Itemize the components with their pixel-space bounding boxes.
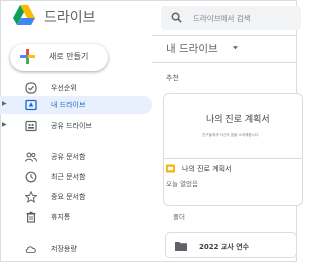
folder-icon — [175, 242, 187, 251]
sidebar-item-trash[interactable]: 휴지통 — [0, 208, 152, 226]
drive-logo-icon[interactable] — [13, 5, 35, 25]
sidebar-item-label: 최근 문서함 — [51, 173, 86, 181]
cloud-icon — [25, 246, 36, 253]
drive-icon — [25, 99, 37, 111]
search-bar[interactable]: 드라이브에서 검색 — [161, 6, 301, 30]
breadcrumb-my-drive[interactable]: 내 드라이브 — [166, 41, 218, 56]
checkbox-circle-icon — [25, 82, 37, 94]
folder-name: 2022 교사 연수 — [199, 243, 250, 251]
sidebar-item-storage[interactable]: 저장용량 — [0, 240, 152, 258]
sidebar-item-label: 저장용량 — [51, 245, 77, 253]
sidebar-item-shared-with-me[interactable]: 공유 문서함 — [0, 148, 152, 166]
trash-icon — [26, 211, 36, 223]
plus-icon — [20, 49, 35, 64]
sidebar-item-shared-drives[interactable]: ▶ 공유 드라이브 — [0, 117, 152, 135]
sidebar-item-label: 공유 드라이브 — [51, 122, 92, 130]
new-button[interactable]: 새로 만들기 — [10, 44, 108, 71]
sidebar-item-label: 공유 문서함 — [51, 153, 86, 161]
folders-heading: 폴더 — [173, 213, 185, 221]
sidebar-item-my-drive[interactable]: ▶ 내 드라이브 — [0, 96, 152, 114]
sidebar-item-recent[interactable]: 최근 문서함 — [0, 168, 152, 186]
preview-title: 나의 진로 계획서 — [206, 115, 270, 125]
sidebar-item-label: 우선순위 — [51, 84, 77, 92]
slides-icon — [166, 164, 175, 173]
sidebar-item-label: 휴지통 — [51, 213, 71, 221]
expand-arrow-icon[interactable]: ▶ — [2, 100, 7, 107]
clock-icon — [25, 171, 37, 183]
card-divider — [164, 158, 302, 159]
shared-drive-icon — [25, 120, 37, 132]
file-name: 나의 진로 계획서 — [182, 165, 232, 173]
breadcrumb-divider — [152, 62, 297, 63]
sidebar-item-label: 내 드라이브 — [51, 101, 86, 109]
sidebar-item-label: 중요 문서함 — [51, 193, 86, 201]
file-last-opened: 오늘 열었음 — [166, 180, 198, 188]
chevron-down-icon[interactable] — [232, 44, 239, 51]
folder-item[interactable]: 2022 교사 연수 — [165, 232, 297, 258]
recommended-file-card[interactable]: 나의 진로 계획서 친구들에게 자신의 꿈을 소개해봅시다. 나의 진로 계획서… — [163, 93, 303, 206]
search-input[interactable]: 드라이브에서 검색 — [193, 13, 251, 24]
recommended-heading: 추천 — [166, 74, 179, 82]
new-button-label: 새로 만들기 — [49, 52, 89, 61]
sidebar-item-starred[interactable]: 중요 문서함 — [0, 188, 152, 206]
app-brand[interactable]: 드라이브 — [44, 7, 96, 27]
sidebar-item-priority[interactable]: 우선순위 — [0, 79, 152, 97]
header-divider — [152, 35, 297, 36]
star-icon — [25, 191, 37, 203]
expand-arrow-icon[interactable]: ▶ — [2, 121, 7, 128]
people-icon — [25, 152, 37, 162]
search-icon[interactable] — [171, 12, 182, 23]
file-preview-thumbnail[interactable]: 나의 진로 계획서 친구들에게 자신의 꿈을 소개해봅시다. — [164, 94, 302, 158]
preview-subtitle: 친구들에게 자신의 꿈을 소개해봅시다. — [202, 133, 260, 137]
